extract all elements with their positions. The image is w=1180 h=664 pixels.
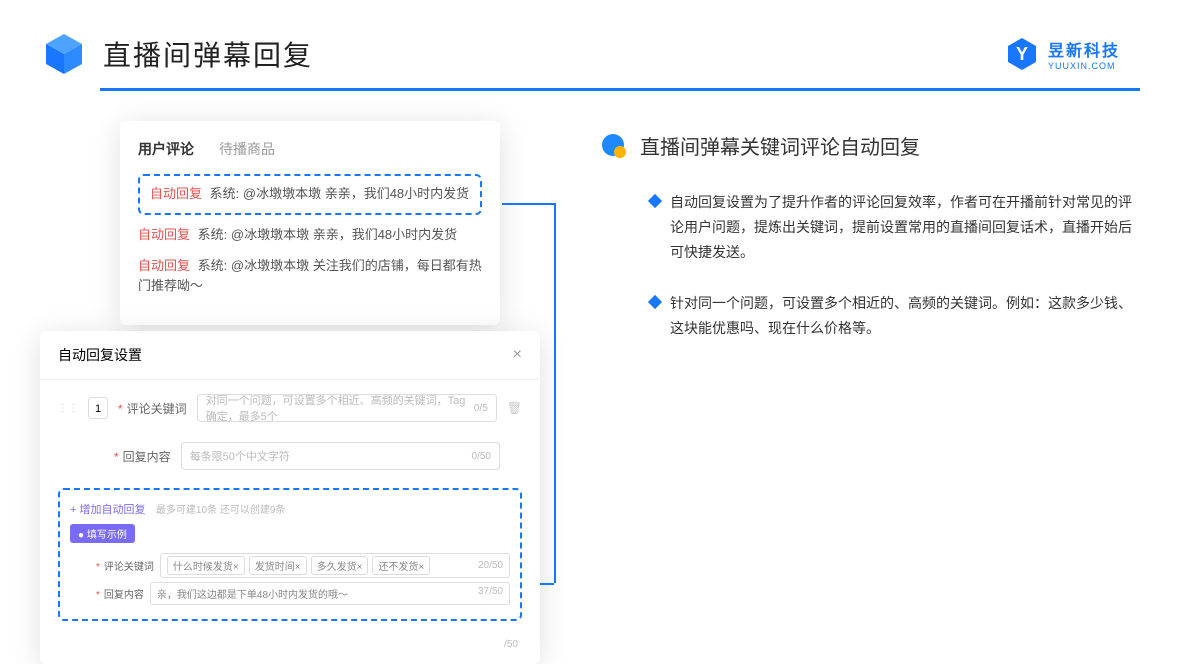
tag[interactable]: 多久发货× [311, 556, 369, 575]
example-content-input[interactable]: 亲，我们这边都是下单48小时内发货的哦～ 37/50 [150, 582, 510, 605]
example-tags: 什么时候发货× 发货时间× 多久发货× 还不发货× 20/50 [160, 553, 510, 578]
example-badge: ● 填写示例 [70, 524, 135, 543]
delete-icon[interactable]: 🗑 [507, 401, 522, 415]
brand-name-en: YUUXIN.COM [1048, 61, 1120, 71]
screenshot-panel: 用户评论 待播商品 自动回复 系统: @冰墩墩本墩 亲亲，我们48小时内发货 自… [40, 121, 550, 611]
tab-user-comments[interactable]: 用户评论 [138, 139, 194, 159]
chat-bubble-icon [600, 132, 628, 160]
outer-counter: /50 [40, 639, 540, 664]
brand-name-cn: 昱新科技 [1048, 37, 1120, 61]
tag[interactable]: 什么时候发货× [167, 556, 245, 575]
add-hint: 最多可建10条 还可以创建9条 [156, 505, 285, 516]
tabs: 用户评论 待播商品 [138, 139, 482, 159]
cube-icon [40, 30, 88, 78]
content-row: *回复内容 每条限50个中文字符 0/50 [40, 436, 540, 476]
connector-line [554, 203, 556, 583]
close-icon[interactable]: × [513, 346, 522, 364]
bullet-item: 自动回复设置为了提升作者的评论回复效率，作者可在开播前针对常见的评论用户问题，提… [600, 190, 1140, 266]
page-header: 直播间弹幕回复 Y 昱新科技 YUUXIN.COM [0, 0, 1180, 88]
keyword-row: ⋮⋮ 1 *评论关键词 对同一个问题，可设置多个相近、高频的关键词，Tag确定，… [40, 388, 540, 428]
settings-header: 自动回复设置 × [40, 331, 540, 380]
brand-logo-icon: Y [1004, 36, 1040, 72]
tag[interactable]: 还不发货× [372, 556, 430, 575]
comment-text: @冰墩墩本墩 亲亲，我们48小时内发货 [243, 186, 469, 201]
comment-row: 自动回复 系统: @冰墩墩本墩 关注我们的店铺，每日都有热门推荐呦～ [138, 256, 482, 298]
add-auto-reply-link[interactable]: + 增加自动回复 [70, 504, 145, 516]
diamond-icon [648, 294, 662, 308]
row-number: 1 [88, 397, 108, 419]
comments-card: 用户评论 待播商品 自动回复 系统: @冰墩墩本墩 亲亲，我们48小时内发货 自… [120, 121, 500, 325]
diamond-icon [648, 194, 662, 208]
bullet-item: 针对同一个问题，可设置多个相近的、高频的关键词。例如：这款多少钱、这块能优惠吗、… [600, 291, 1140, 341]
auto-reply-tag: 自动回复 [150, 186, 202, 201]
description-panel: 直播间弹幕关键词评论自动回复 自动回复设置为了提升作者的评论回复效率，作者可在开… [600, 121, 1140, 611]
page-title: 直播间弹幕回复 [103, 34, 313, 74]
section-title: 直播间弹幕关键词评论自动回复 [600, 131, 1140, 160]
keyword-input[interactable]: 对同一个问题，可设置多个相近、高频的关键词，Tag确定，最多5个 0/5 [197, 394, 497, 422]
section-heading: 直播间弹幕关键词评论自动回复 [640, 131, 920, 160]
comment-row: 自动回复 系统: @冰墩墩本墩 亲亲，我们48小时内发货 [138, 225, 482, 246]
settings-card: 自动回复设置 × ⋮⋮ 1 *评论关键词 对同一个问题，可设置多个相近、高频的关… [40, 331, 540, 664]
bullet-text: 自动回复设置为了提升作者的评论回复效率，作者可在开播前针对常见的评论用户问题，提… [670, 190, 1140, 266]
tab-pending-products[interactable]: 待播商品 [219, 139, 275, 159]
example-keyword-row: *评论关键词 什么时候发货× 发货时间× 多久发货× 还不发货× 20/50 [70, 553, 510, 578]
system-label: 系统: [210, 186, 240, 201]
highlighted-comment: 自动回复 系统: @冰墩墩本墩 亲亲，我们48小时内发货 [138, 174, 482, 215]
brand: Y 昱新科技 YUUXIN.COM [1004, 36, 1120, 72]
connector-line [502, 203, 554, 205]
example-highlight: + 增加自动回复 最多可建10条 还可以创建9条 ● 填写示例 *评论关键词 什… [58, 488, 522, 621]
bullet-text: 针对同一个问题，可设置多个相近的、高频的关键词。例如：这款多少钱、这块能优惠吗、… [670, 291, 1140, 341]
tag[interactable]: 发货时间× [249, 556, 307, 575]
header-left: 直播间弹幕回复 [40, 30, 313, 78]
settings-title: 自动回复设置 [58, 345, 142, 365]
svg-text:Y: Y [1016, 44, 1028, 64]
drag-handle-icon[interactable]: ⋮⋮ [58, 403, 78, 414]
example-content-row: *回复内容 亲，我们这边都是下单48小时内发货的哦～ 37/50 [70, 582, 510, 605]
connector-line [540, 583, 554, 585]
content-input[interactable]: 每条限50个中文字符 0/50 [181, 442, 500, 470]
